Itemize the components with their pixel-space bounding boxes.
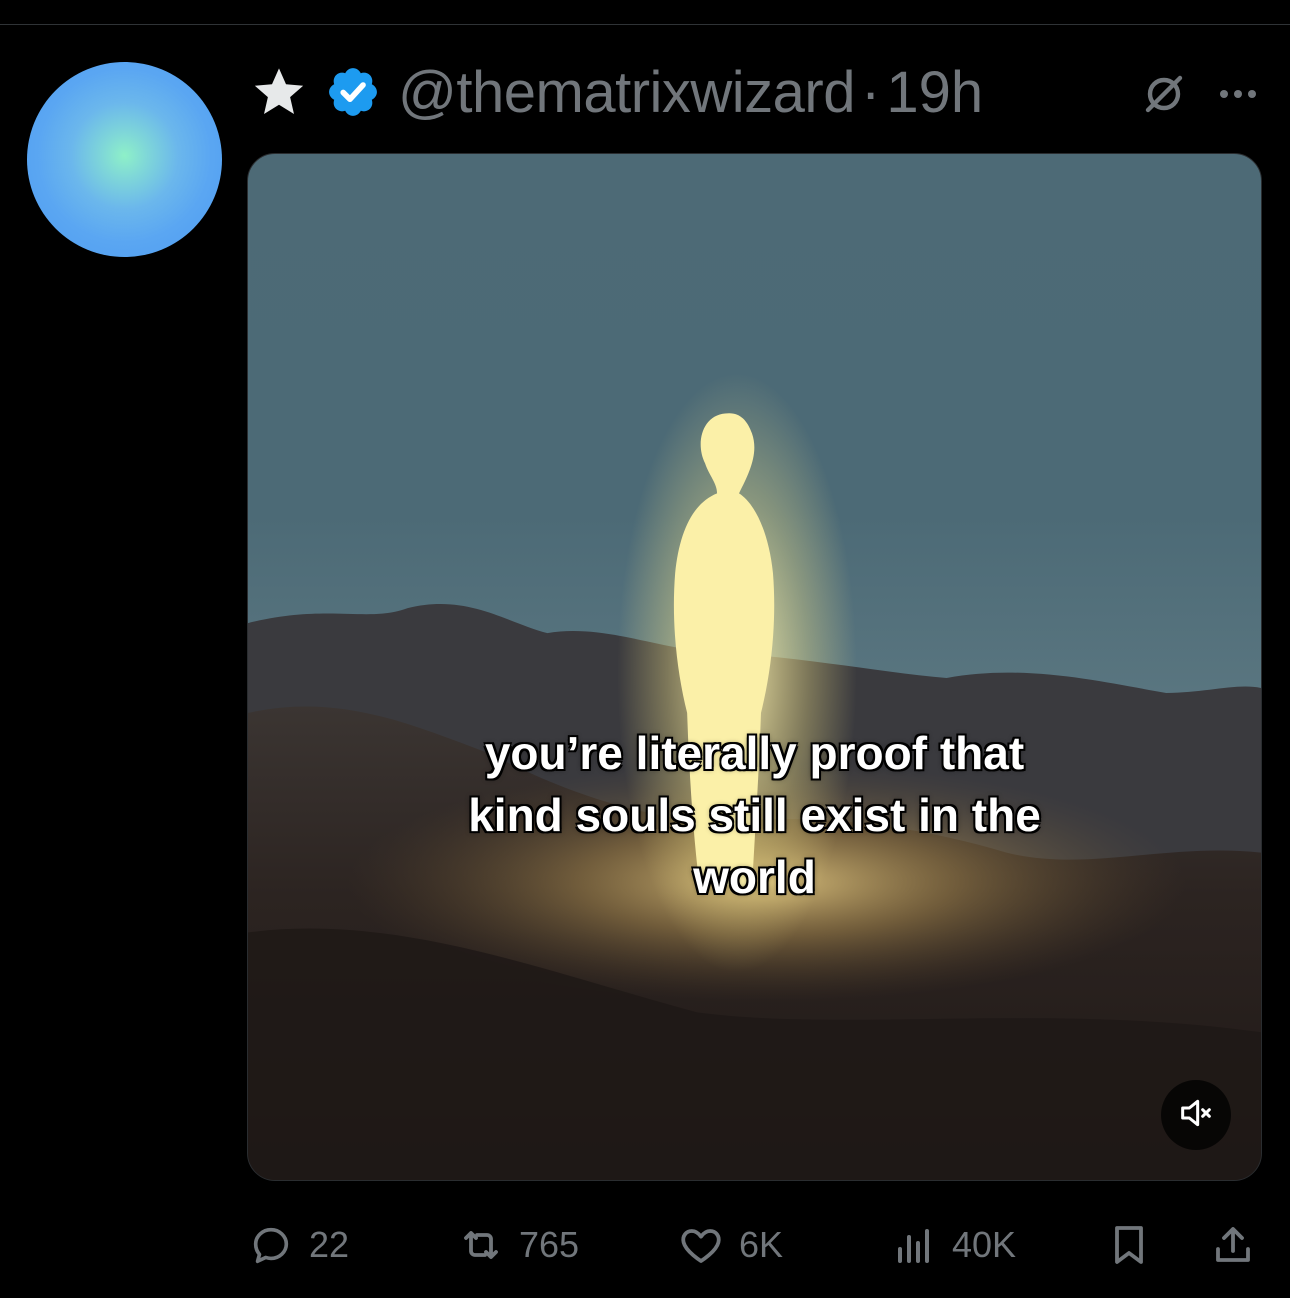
user-handle[interactable]: @thematrixwizard (398, 59, 856, 126)
repost-button[interactable]: 765 (457, 1210, 579, 1280)
separator-dot: · (861, 59, 881, 125)
views-button[interactable]: 40K (890, 1210, 1016, 1280)
views-count: 40K (952, 1224, 1017, 1265)
top-divider (0, 24, 1290, 25)
like-button[interactable]: 6K (677, 1210, 783, 1280)
repost-count: 765 (519, 1224, 580, 1265)
video-caption: you’re literally proof that kind souls s… (468, 727, 1041, 903)
video-frame (248, 373, 1261, 1180)
tweet-time[interactable]: 19h (886, 59, 983, 126)
bookmark-icon (1105, 1221, 1153, 1269)
reply-icon (247, 1221, 295, 1269)
share-button[interactable] (1209, 1210, 1257, 1280)
tweet-header: @thematrixwizard · 19h (248, 58, 1268, 126)
like-count: 6K (739, 1224, 784, 1265)
bookmark-button[interactable] (1105, 1210, 1153, 1280)
reply-count: 22 (309, 1224, 350, 1265)
repost-icon (457, 1221, 505, 1269)
share-icon (1209, 1221, 1257, 1269)
more-icon[interactable] (1210, 66, 1266, 122)
reply-button[interactable]: 22 (247, 1210, 349, 1280)
verified-icon[interactable] (324, 63, 382, 121)
star-icon (248, 61, 310, 123)
tweet-actions: 22 765 6K 40K (247, 1210, 1262, 1280)
views-icon (890, 1221, 938, 1269)
grok-icon[interactable] (1136, 66, 1192, 122)
like-icon (677, 1221, 725, 1269)
mute-icon (1176, 1093, 1216, 1138)
avatar[interactable] (27, 62, 222, 257)
mute-button[interactable] (1161, 1080, 1231, 1150)
tweet-media-video[interactable]: you’re literally proof that kind souls s… (247, 153, 1262, 1181)
